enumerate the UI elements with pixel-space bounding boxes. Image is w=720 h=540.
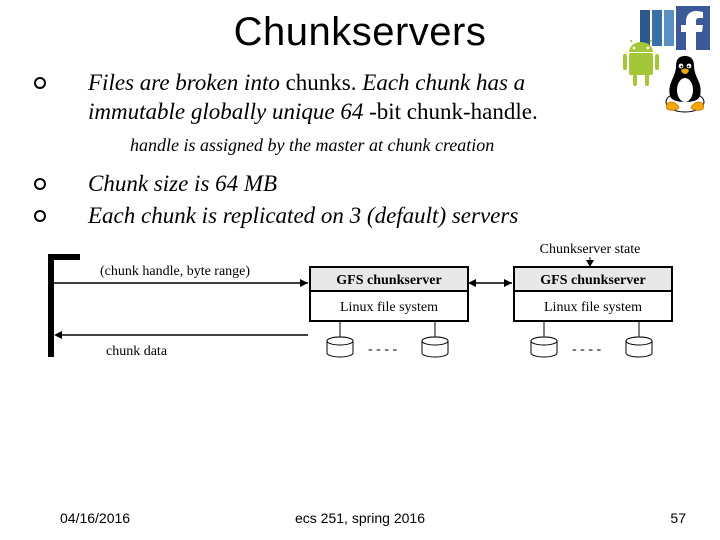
gfs-diagram: (chunk handle, byte range) chunk data GF… [40, 239, 680, 414]
footer-page: 57 [670, 510, 686, 526]
svg-text:Linux file system: Linux file system [544, 300, 642, 315]
bullet-marker-icon [34, 77, 46, 89]
svg-text:- - - -: - - - - [368, 342, 397, 357]
page-title: Chunkservers [20, 10, 700, 55]
footer-course: ecs 251, spring 2016 [295, 510, 425, 526]
bullet-1-text: Files are broken into chunks. Each chunk… [88, 69, 700, 127]
bullet-marker-icon [34, 210, 46, 222]
slide: Chunkservers Files are broken into chunk… [0, 0, 720, 540]
bullet-2: Chunk size is 64 MB [20, 170, 700, 199]
facebook-icon [676, 6, 710, 50]
label-chunk-handle: (chunk handle, byte range) [100, 264, 250, 279]
logo-cluster [636, 6, 710, 50]
bullet-marker-icon [34, 178, 46, 190]
label-chunk-data: chunk data [106, 344, 168, 359]
chunkserver-box-2: GFS chunkserver Linux file system - - - … [514, 267, 672, 357]
footer-date: 04/16/2016 [60, 510, 130, 526]
bullet-1: Files are broken into chunks. Each chunk… [20, 69, 700, 127]
bullet-2-text: Chunk size is 64 MB [88, 170, 387, 199]
svg-text:GFS chunkserver: GFS chunkserver [336, 273, 441, 288]
svg-text:GFS chunkserver: GFS chunkserver [540, 273, 645, 288]
svg-text:Linux file system: Linux file system [340, 300, 438, 315]
bullet-3-text: Each chunk is replicated on 3 (default) … [88, 202, 628, 231]
svg-text:- - - -: - - - - [572, 342, 601, 357]
tux-icon [660, 56, 710, 114]
label-state: Chunkserver state [540, 242, 641, 257]
chunkserver-box-1: GFS chunkserver Linux file system - - - … [310, 267, 468, 357]
sub-note: handle is assigned by the master at chun… [130, 135, 700, 156]
footer: 04/16/2016 ecs 251, spring 2016 57 [0, 510, 720, 526]
bullet-3: Each chunk is replicated on 3 (default) … [20, 202, 700, 231]
